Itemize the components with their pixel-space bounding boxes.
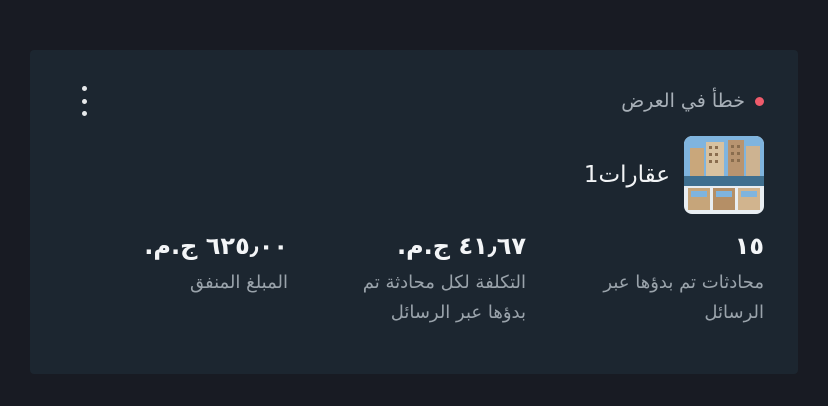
ad-header: عقارات1: [584, 136, 764, 214]
metric-value: ١٥: [734, 232, 764, 260]
metric-label: التكلفة لكل محادثة تم بدؤها عبر الرسائل: [362, 272, 526, 323]
status-text: خطأ في العرض: [621, 90, 745, 112]
metric-amount-spent: ٦٢٥٫٠٠ ج.م. المبلغ المنفق: [98, 230, 288, 328]
ad-card[interactable]: خطأ في العرض عقارات1 ١٥ محادثات تم بدؤها…: [30, 50, 798, 374]
more-options-icon[interactable]: [74, 86, 94, 116]
metric-conversations: ١٥ محادثات تم بدؤها عبر الرسائل: [574, 230, 764, 328]
metrics-row: ١٥ محادثات تم بدؤها عبر الرسائل ٤١٫٦٧ ج.…: [98, 230, 764, 328]
metric-label: محادثات تم بدؤها عبر الرسائل: [603, 272, 764, 323]
ad-thumbnail: [684, 136, 764, 214]
metric-label: المبلغ المنفق: [189, 272, 288, 293]
metric-value: ٤١٫٦٧ ج.م.: [396, 232, 526, 260]
error-status-dot: [755, 96, 764, 106]
building-photo-icon: [684, 136, 764, 214]
metric-cost-per-conversation: ٤١٫٦٧ ج.م. التكلفة لكل محادثة تم بدؤها ع…: [336, 230, 526, 328]
ad-name: عقارات1: [583, 162, 670, 188]
metric-value: ٦٢٥٫٠٠ ج.م.: [144, 232, 288, 260]
status-indicator: خطأ في العرض: [621, 90, 764, 112]
